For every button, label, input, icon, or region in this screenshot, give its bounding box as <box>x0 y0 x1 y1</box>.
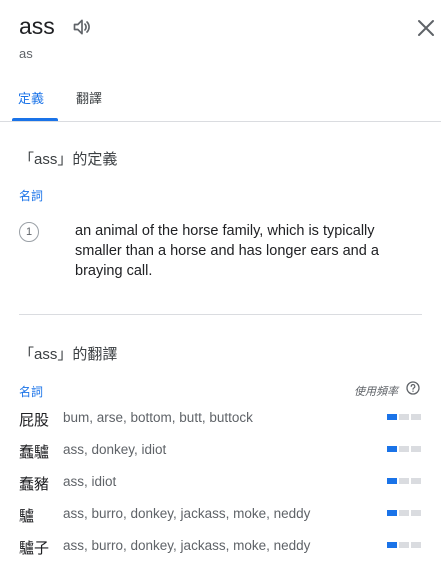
frequency-meter <box>387 446 421 452</box>
translations-pos: 名詞 <box>19 385 44 399</box>
phonetic: as <box>19 46 33 61</box>
frequency-segment <box>399 414 409 420</box>
definitions-title: 「ass」的定義 <box>19 151 118 168</box>
translation-synonyms: ass, burro, donkey, jackass, moke, neddy <box>63 538 311 553</box>
close-icon[interactable] <box>417 19 435 37</box>
translation-row[interactable]: 驢 ass, burro, donkey, jackass, moke, ned… <box>0 505 441 537</box>
translation-row[interactable]: 驢子 ass, burro, donkey, jackass, moke, ne… <box>0 537 441 569</box>
headword: ass <box>19 13 55 39</box>
frequency-segment <box>399 446 409 452</box>
frequency-segment <box>387 446 397 452</box>
section-divider <box>19 314 422 315</box>
translation-synonyms: bum, arse, bottom, butt, buttock <box>63 410 253 425</box>
translation-synonyms: ass, donkey, idiot <box>63 442 167 457</box>
sense-number: 1 <box>19 222 39 242</box>
frequency-meter <box>387 414 421 420</box>
frequency-meter <box>387 510 421 516</box>
translation-word: 蠢豬 <box>19 476 50 493</box>
frequency-segment <box>411 478 421 484</box>
active-tab-indicator <box>12 118 58 121</box>
translation-row[interactable]: 蠢驢 ass, donkey, idiot <box>0 441 441 473</box>
frequency-segment <box>387 542 397 548</box>
tab-definitions[interactable]: 定義 <box>18 88 44 107</box>
frequency-segment <box>387 478 397 484</box>
frequency-meter <box>387 478 421 484</box>
frequency-segment <box>399 510 409 516</box>
frequency-segment <box>411 542 421 548</box>
frequency-segment <box>387 414 397 420</box>
frequency-segment <box>411 510 421 516</box>
translation-synonyms: ass, burro, donkey, jackass, moke, neddy <box>63 506 311 521</box>
help-circle-icon[interactable] <box>406 381 420 395</box>
tab-bar: 定義 翻譯 <box>0 78 441 122</box>
frequency-segment <box>411 446 421 452</box>
frequency-label: 使用頻率 <box>354 386 398 398</box>
translation-row[interactable]: 屁股 bum, arse, bottom, butt, buttock <box>0 409 441 441</box>
frequency-segment <box>387 510 397 516</box>
frequency-segment <box>399 542 409 548</box>
translation-word: 屁股 <box>19 412 50 429</box>
definitions-pos: 名詞 <box>19 189 44 203</box>
speaker-icon[interactable] <box>72 17 92 37</box>
tab-translations[interactable]: 翻譯 <box>76 88 102 107</box>
frequency-meter <box>387 542 421 548</box>
dictionary-header: ass as <box>0 0 441 70</box>
sense-definition: an animal of the horse family, which is … <box>75 223 379 279</box>
translation-row[interactable]: 蠢豬 ass, idiot <box>0 473 441 505</box>
translation-synonyms: ass, idiot <box>63 474 117 489</box>
translation-word: 驢 <box>19 508 35 525</box>
translation-word: 驢子 <box>19 540 50 557</box>
frequency-segment <box>411 414 421 420</box>
frequency-segment <box>399 478 409 484</box>
translations-title: 「ass」的翻譯 <box>19 346 118 363</box>
translation-word: 蠢驢 <box>19 444 50 461</box>
